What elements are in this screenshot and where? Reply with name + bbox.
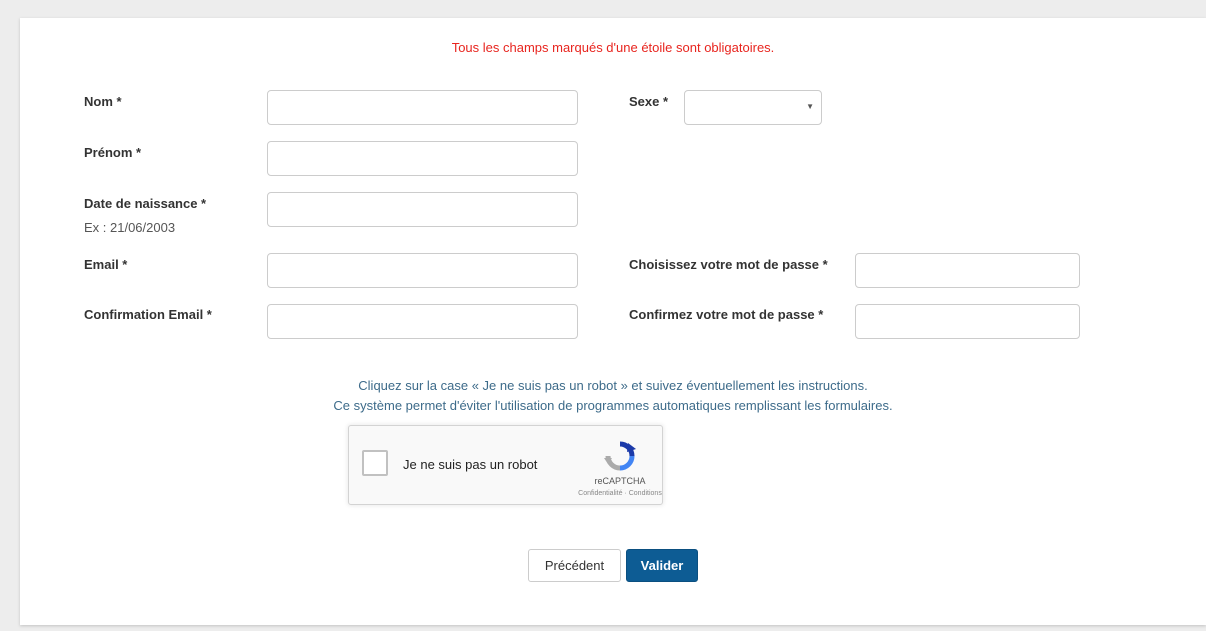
email-label: Email * [84, 257, 128, 272]
password-label: Choisissez votre mot de passe * [629, 257, 828, 272]
submit-button[interactable]: Valider [626, 549, 698, 582]
sexe-select[interactable]: ▼ [684, 90, 822, 125]
email-input[interactable] [267, 253, 578, 288]
naissance-hint: Ex : 21/06/2003 [84, 220, 176, 235]
naissance-input[interactable] [267, 192, 578, 227]
prenom-input[interactable] [267, 141, 578, 176]
previous-button[interactable]: Précédent [528, 549, 621, 582]
password-input[interactable] [855, 253, 1080, 288]
recaptcha-checkbox-label: Je ne suis pas un robot [403, 457, 538, 472]
required-fields-notice: Tous les champs marqués d'une étoile son… [451, 40, 775, 55]
captcha-instruction-line1: Cliquez sur la case « Je ne suis pas un … [358, 378, 868, 393]
password-confirm-input[interactable] [855, 304, 1080, 339]
email-confirm-label: Confirmation Email * [84, 307, 212, 322]
naissance-label: Date de naissance * [84, 196, 207, 211]
nom-input[interactable] [267, 90, 578, 125]
nom-label: Nom * [84, 94, 122, 109]
prenom-label: Prénom * [84, 145, 142, 160]
recaptcha-checkbox[interactable] [362, 450, 388, 476]
email-confirm-input[interactable] [267, 304, 578, 339]
recaptcha-widget: Je ne suis pas un robot reCAPTCHA Confid… [348, 425, 663, 505]
recaptcha-logo-icon [602, 440, 638, 472]
recaptcha-links[interactable]: Confidentialité · Conditions [570, 490, 670, 497]
captcha-instruction-line2: Ce système permet d'éviter l'utilisation… [333, 398, 893, 413]
chevron-down-icon: ▼ [806, 102, 814, 111]
sexe-label: Sexe * [629, 94, 669, 109]
password-confirm-label: Confirmez votre mot de passe * [629, 307, 824, 322]
recaptcha-brand: reCAPTCHA [594, 476, 646, 486]
